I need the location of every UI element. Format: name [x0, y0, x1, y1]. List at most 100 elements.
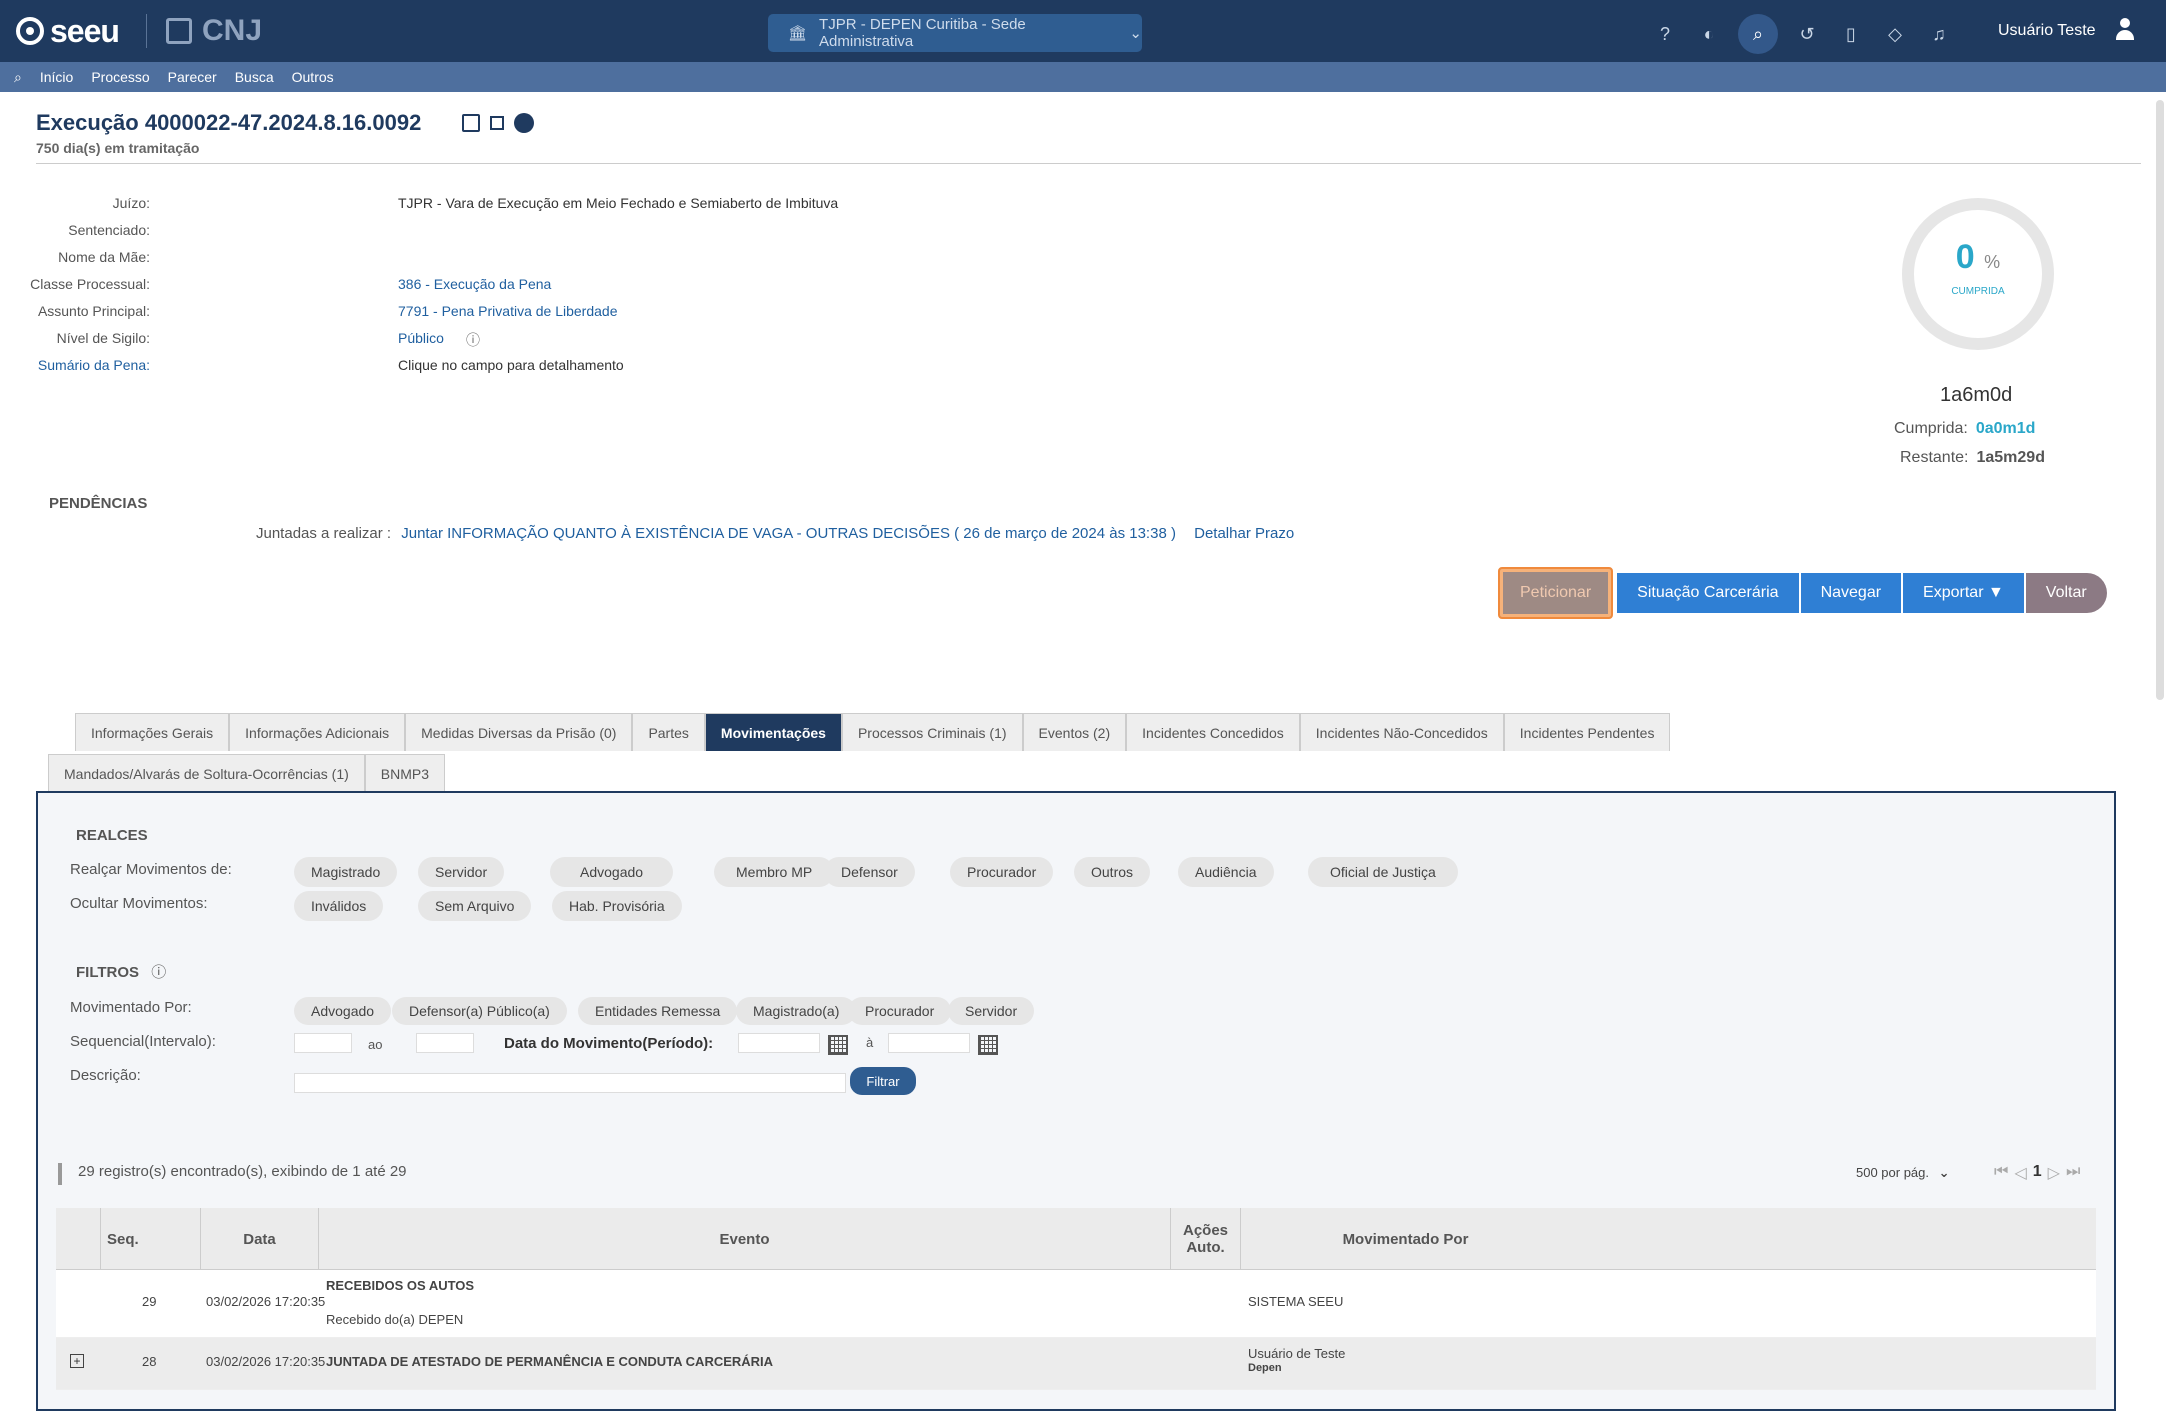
- descricao-input[interactable]: [294, 1073, 846, 1093]
- sumario-label[interactable]: Sumário da Pena:: [0, 357, 150, 373]
- pendencia-link[interactable]: Juntar INFORMAÇÃO QUANTO À EXISTÊNCIA DE…: [401, 525, 1176, 542]
- menu-parecer[interactable]: Parecer: [168, 69, 217, 85]
- tab-partes[interactable]: Partes: [632, 713, 705, 751]
- expand-row-icon[interactable]: +: [70, 1354, 84, 1368]
- copy-process-icon[interactable]: [462, 114, 480, 132]
- filtro-procurador-chip[interactable]: Procurador: [848, 997, 952, 1025]
- ocultar-invalidos-chip[interactable]: Inválidos: [294, 891, 384, 921]
- tab-medidas-diversas[interactable]: Medidas Diversas da Prisão (0): [405, 713, 633, 751]
- tab-mandados-alvaras[interactable]: Mandados/Alvarás de Soltura-Ocorrências …: [48, 754, 365, 792]
- realcar-procurador-chip[interactable]: Procurador: [950, 857, 1054, 887]
- navegar-button[interactable]: Navegar: [1800, 573, 1902, 613]
- sigilo-info-icon[interactable]: ⓘ: [466, 330, 480, 350]
- classe-link[interactable]: 386 - Execução da Pena: [398, 276, 551, 292]
- duplicate-icon[interactable]: [490, 116, 504, 130]
- detalhar-prazo-link[interactable]: Detalhar Prazo: [1194, 525, 1294, 542]
- movimentado-por-header[interactable]: Movimentado Por: [1240, 1208, 1570, 1270]
- exportar-button[interactable]: Exportar ▼: [1903, 573, 2024, 613]
- situacao-carceraria-button[interactable]: Situação Carcerária: [1617, 573, 1799, 613]
- data-movimento-label: Data do Movimento(Período):: [504, 1035, 714, 1052]
- seeu-logo[interactable]: seeu: [16, 12, 120, 50]
- contrast-icon[interactable]: ◐: [1694, 19, 1724, 49]
- sequencial-fim-input[interactable]: [416, 1033, 474, 1053]
- ocultar-sem-arquivo-chip[interactable]: Sem Arquivo: [418, 891, 532, 921]
- action-buttons: Peticionar Situação Carcerária Navegar E…: [1498, 567, 2107, 619]
- filtro-magistrado-chip[interactable]: Magistrado(a): [736, 997, 857, 1025]
- realcar-defensor-chip[interactable]: Defensor: [824, 857, 915, 887]
- tab-incidentes-pendentes[interactable]: Incidentes Pendentes: [1503, 713, 1671, 751]
- realcar-advogado-chip[interactable]: Advogado: [550, 857, 674, 887]
- table-row[interactable]: 29 03/02/2026 17:20:35 RECEBIDOS OS AUTO…: [56, 1270, 2096, 1338]
- calendar-icon[interactable]: [828, 1035, 848, 1055]
- filtros-info-icon[interactable]: ⓘ: [151, 964, 166, 981]
- last-page-icon[interactable]: ⏭: [2066, 1163, 2080, 1183]
- tab-movimentacoes[interactable]: Movimentações: [704, 713, 842, 751]
- ocultar-hab-provisoria-chip[interactable]: Hab. Provisória: [552, 891, 682, 921]
- sequencial-label: Sequencial(Intervalo):: [70, 1033, 216, 1050]
- tab-informacoes-gerais[interactable]: Informações Gerais: [75, 713, 230, 751]
- realcar-magistrado-chip[interactable]: Magistrado: [294, 857, 398, 887]
- menu-processo[interactable]: Processo: [91, 69, 149, 85]
- tab-informacoes-adicionais[interactable]: Informações Adicionais: [229, 713, 406, 751]
- user-avatar-icon[interactable]: [2116, 18, 2134, 42]
- tab-incidentes-concedidos[interactable]: Incidentes Concedidos: [1126, 713, 1300, 751]
- sequencial-inicio-input[interactable]: [294, 1033, 352, 1053]
- tab-processos-criminais[interactable]: Processos Criminais (1): [841, 713, 1023, 751]
- tab-eventos[interactable]: Eventos (2): [1022, 713, 1127, 751]
- pena-percent: 0: [1955, 238, 1975, 276]
- process-days: 750 dia(s) em tramitação: [36, 140, 200, 156]
- data-header[interactable]: Data: [200, 1208, 318, 1270]
- menu-inicio[interactable]: Início: [40, 69, 73, 85]
- filtro-defensor-chip[interactable]: Defensor(a) Público(a): [392, 997, 567, 1025]
- sigilo-link[interactable]: Público: [398, 330, 444, 346]
- classe-label: Classe Processual:: [30, 276, 150, 292]
- cnj-emblem-icon: [166, 18, 192, 44]
- user-name[interactable]: Usuário Teste: [1998, 22, 2096, 40]
- evento-header[interactable]: Evento: [318, 1208, 1170, 1270]
- table-row[interactable]: + 28 03/02/2026 17:20:35 JUNTADA DE ATES…: [56, 1338, 2096, 1390]
- page-scrollbar[interactable]: [2156, 100, 2164, 700]
- realcar-label: Realçar Movimentos de:: [70, 861, 232, 878]
- menu-outros[interactable]: Outros: [292, 69, 334, 85]
- cumprida-value: 0a0m1d: [1975, 420, 2036, 437]
- ocultar-label: Ocultar Movimentos:: [70, 895, 208, 912]
- realcar-servidor-chip[interactable]: Servidor: [418, 857, 505, 887]
- prev-page-icon[interactable]: ◁: [2014, 1163, 2026, 1183]
- filtro-entidades-chip[interactable]: Entidades Remessa: [578, 997, 738, 1025]
- filtro-advogado-chip[interactable]: Advogado: [294, 997, 392, 1025]
- help-icon[interactable]: ?: [1650, 19, 1680, 49]
- tab-bnmp3[interactable]: BNMP3: [364, 754, 446, 792]
- unit-selector[interactable]: 🏛 TJPR - DEPEN Curitiba - Sede Administra…: [768, 14, 1142, 52]
- calendar-icon-end[interactable]: [978, 1035, 998, 1055]
- sumario-value[interactable]: Clique no campo para detalhamento: [398, 357, 624, 373]
- voltar-button[interactable]: Voltar: [2025, 573, 2107, 613]
- tag-icon[interactable]: ◇: [1880, 19, 1910, 49]
- per-page-select[interactable]: 500 por pág. ⌄: [1856, 1165, 1950, 1181]
- chevron-down-icon: ⌄: [1938, 1165, 1950, 1180]
- sentenciado-label: Sentenciado:: [68, 222, 150, 238]
- realcar-outros-chip[interactable]: Outros: [1074, 857, 1151, 887]
- first-page-icon[interactable]: ⏮: [1994, 1163, 2008, 1183]
- filtrar-button[interactable]: Filtrar: [850, 1067, 916, 1095]
- menu-busca[interactable]: Busca: [235, 69, 274, 85]
- peticionar-button[interactable]: Peticionar: [1498, 567, 1614, 619]
- filtro-servidor-chip[interactable]: Servidor: [948, 997, 1035, 1025]
- realcar-oficial-chip[interactable]: Oficial de Justiça: [1308, 857, 1458, 887]
- juizo-label: Juízo:: [112, 195, 150, 211]
- next-page-icon[interactable]: ▷: [2048, 1163, 2060, 1183]
- bell-icon[interactable]: ♫: [1924, 19, 1954, 49]
- data-fim-input[interactable]: [888, 1033, 970, 1053]
- history-icon[interactable]: ↺: [1792, 19, 1822, 49]
- assunto-link[interactable]: 7791 - Pena Privativa de Liberdade: [398, 303, 617, 319]
- data-inicio-input[interactable]: [738, 1033, 820, 1053]
- realcar-membro-mp-chip[interactable]: Membro MP: [714, 857, 835, 887]
- seq-header[interactable]: Seq.: [100, 1208, 200, 1270]
- tab-incidentes-nao-concedidos[interactable]: Incidentes Não-Concedidos: [1299, 713, 1504, 751]
- seeu-cog-icon: [16, 17, 44, 45]
- search-icon[interactable]: ⌕: [1738, 14, 1778, 54]
- menu-search-icon[interactable]: ⌕: [14, 69, 22, 86]
- realcar-audiencia-chip[interactable]: Audiência: [1178, 857, 1274, 887]
- info-circle-icon[interactable]: [514, 113, 534, 133]
- current-page[interactable]: 1: [2033, 1163, 2042, 1183]
- bookmark-icon[interactable]: ▯: [1836, 19, 1866, 49]
